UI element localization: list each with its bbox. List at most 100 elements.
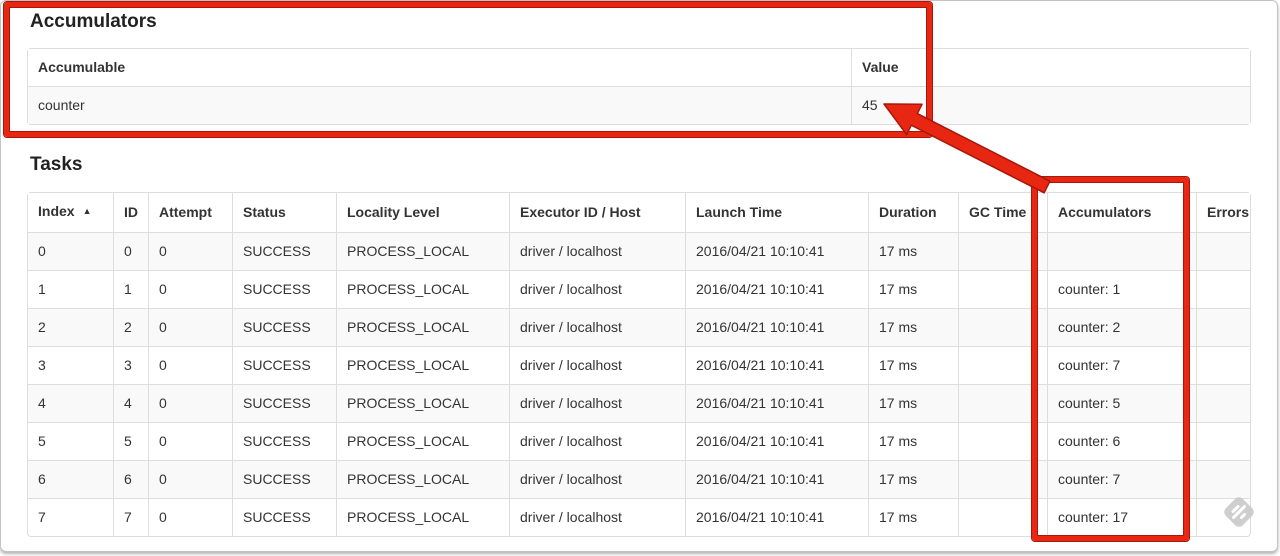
table-cell: counter [28, 86, 851, 124]
table-cell: PROCESS_LOCAL [336, 422, 509, 460]
table-cell: 2016/04/21 10:10:41 [685, 346, 868, 384]
table-cell: counter: 7 [1047, 460, 1196, 498]
column-header-label: Accumulable [38, 59, 126, 75]
table-cell: 45 [851, 86, 1250, 124]
table-cell: 17 ms [868, 460, 958, 498]
table-row: 6 6 0 SUCCESS PROCESS_LOCAL driver / localhos… [28, 460, 1250, 498]
column-header-accumulators[interactable]: Accumulators [1047, 193, 1196, 232]
table-cell: 17 ms [868, 346, 958, 384]
table-cell: PROCESS_LOCAL [336, 384, 509, 422]
column-header-label: Index [38, 203, 75, 219]
table-cell: SUCCESS [232, 498, 336, 536]
table-cell: 1 [113, 270, 148, 308]
table-row: 2 2 0 SUCCESS PROCESS_LOCAL driver / localhos… [28, 308, 1250, 346]
table-cell [1196, 308, 1250, 346]
sort-asc-icon: ▲ [82, 206, 92, 216]
table-cell: 0 [113, 232, 148, 270]
column-header-label: ID [124, 204, 138, 220]
column-header-errors[interactable]: Errors [1196, 193, 1250, 232]
table-cell: 7 [113, 498, 148, 536]
table-row: 5 5 0 SUCCESS PROCESS_LOCAL driver / localhos… [28, 422, 1250, 460]
table-cell: driver / localhost [509, 270, 685, 308]
table-cell: 0 [148, 422, 232, 460]
table-cell: SUCCESS [232, 346, 336, 384]
table-cell: counter: 7 [1047, 346, 1196, 384]
table-cell: 17 ms [868, 270, 958, 308]
tasks-header-row: Index ▲ ID Attempt Status Locality Level Execu… [28, 193, 1250, 232]
table-row: counter 45 [28, 86, 1250, 124]
column-header-label: Value [862, 59, 899, 75]
table-cell [958, 346, 1047, 384]
table-cell: 5 [113, 422, 148, 460]
table-cell: driver / localhost [509, 232, 685, 270]
column-header-status[interactable]: Status [232, 193, 336, 232]
table-cell: driver / localhost [509, 422, 685, 460]
table-cell [958, 498, 1047, 536]
table-cell: SUCCESS [232, 460, 336, 498]
table-cell: counter: 17 [1047, 498, 1196, 536]
table-cell [958, 422, 1047, 460]
table-cell [958, 384, 1047, 422]
table-cell: 2016/04/21 10:10:41 [685, 460, 868, 498]
accumulators-section-title: Accumulators [30, 11, 157, 32]
table-cell: 7 [28, 498, 113, 536]
column-header-label: Status [243, 204, 286, 220]
table-cell: 17 ms [868, 308, 958, 346]
table-cell: PROCESS_LOCAL [336, 460, 509, 498]
table-cell [1196, 346, 1250, 384]
table-cell [1196, 460, 1250, 498]
table-cell: SUCCESS [232, 308, 336, 346]
table-cell: 17 ms [868, 498, 958, 536]
table-cell: driver / localhost [509, 346, 685, 384]
table-cell: 0 [148, 270, 232, 308]
column-header-gc-time[interactable]: GC Time [958, 193, 1047, 232]
column-header-value: Value [851, 49, 1250, 86]
table-cell: 17 ms [868, 422, 958, 460]
table-cell: PROCESS_LOCAL [336, 270, 509, 308]
column-header-accumulable: Accumulable [28, 49, 851, 86]
column-header-label: Executor ID / Host [520, 204, 641, 220]
table-cell: driver / localhost [509, 460, 685, 498]
table-cell [958, 232, 1047, 270]
table-cell [1196, 498, 1250, 536]
table-cell: SUCCESS [232, 384, 336, 422]
column-header-id[interactable]: ID [113, 193, 148, 232]
table-cell [958, 308, 1047, 346]
table-cell: 3 [113, 346, 148, 384]
table-cell: 2016/04/21 10:10:41 [685, 232, 868, 270]
table-cell: 0 [148, 498, 232, 536]
table-cell: 5 [28, 422, 113, 460]
table-cell: counter: 2 [1047, 308, 1196, 346]
spark-ui-stage-page: Accumulators Accumulable Value counter 45 … [0, 0, 1278, 552]
column-header-duration[interactable]: Duration [868, 193, 958, 232]
table-row: 4 4 0 SUCCESS PROCESS_LOCAL driver / localhos… [28, 384, 1250, 422]
table-cell: 0 [148, 460, 232, 498]
table-cell: 0 [28, 232, 113, 270]
column-header-locality-level[interactable]: Locality Level [336, 193, 509, 232]
column-header-launch-time[interactable]: Launch Time [685, 193, 868, 232]
table-cell: 2 [28, 308, 113, 346]
table-cell: PROCESS_LOCAL [336, 346, 509, 384]
column-header-attempt[interactable]: Attempt [148, 193, 232, 232]
table-cell: 2 [113, 308, 148, 346]
accumulators-header-row: Accumulable Value [28, 49, 1250, 86]
table-cell: 2016/04/21 10:10:41 [685, 308, 868, 346]
table-row: 1 1 0 SUCCESS PROCESS_LOCAL driver / localhos… [28, 270, 1250, 308]
table-cell: driver / localhost [509, 498, 685, 536]
table-cell: 17 ms [868, 384, 958, 422]
page-content: Accumulators Accumulable Value counter 45 … [1, 1, 1277, 537]
table-cell: 6 [28, 460, 113, 498]
table-cell: 1 [28, 270, 113, 308]
tasks-section-title: Tasks [30, 154, 83, 175]
column-header-executor-id-host[interactable]: Executor ID / Host [509, 193, 685, 232]
accumulators-table: Accumulable Value counter 45 [28, 49, 1250, 124]
table-cell [1196, 422, 1250, 460]
table-cell: 0 [148, 308, 232, 346]
tasks-table-wrap: Index ▲ ID Attempt Status Locality Level Execu… [27, 192, 1251, 537]
table-cell [1196, 384, 1250, 422]
column-header-label: Errors [1207, 204, 1250, 220]
column-header-index[interactable]: Index ▲ [28, 193, 113, 232]
column-header-label: Attempt [159, 204, 212, 220]
table-cell: 3 [28, 346, 113, 384]
column-header-label: Duration [879, 204, 937, 220]
